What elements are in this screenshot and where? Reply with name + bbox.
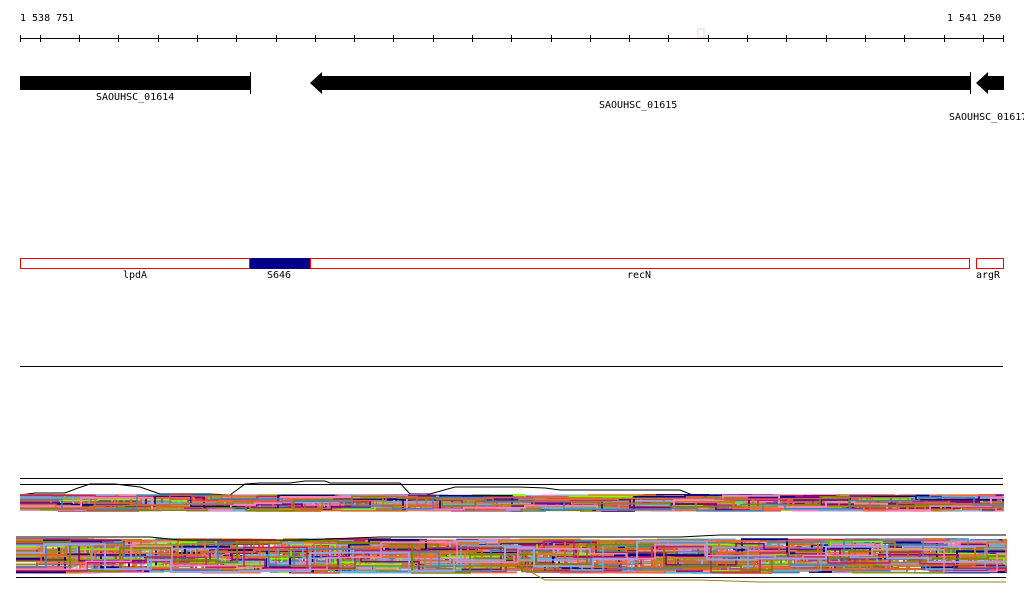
gene-track <box>20 72 1004 94</box>
feature-recN[interactable] <box>310 258 970 269</box>
gene-label: SAOUHSC_01614 <box>96 92 175 103</box>
feature-label: S646 <box>267 270 292 281</box>
position-marker <box>697 28 705 38</box>
ruler-axis <box>20 28 1004 42</box>
feature-label: lpdA <box>123 270 148 281</box>
feature-label: argR <box>976 270 1001 281</box>
gene-label: SAOUHSC_01617 <box>949 112 1024 123</box>
gene-arrow-SAOUHSC_01617[interactable] <box>976 72 1004 94</box>
feature-S646[interactable] <box>250 258 310 269</box>
gene-arrow-SAOUHSC_01615[interactable] <box>310 72 970 94</box>
gene-label: SAOUHSC_01615 <box>599 100 678 111</box>
feature-lpdA[interactable] <box>20 258 250 269</box>
feature-argR[interactable] <box>976 258 1004 269</box>
expression-tracks <box>16 478 1007 583</box>
feature-label: recN <box>627 270 652 281</box>
feature-track <box>20 258 1004 269</box>
gene-arrow-SAOUHSC_01614[interactable] <box>20 76 250 90</box>
